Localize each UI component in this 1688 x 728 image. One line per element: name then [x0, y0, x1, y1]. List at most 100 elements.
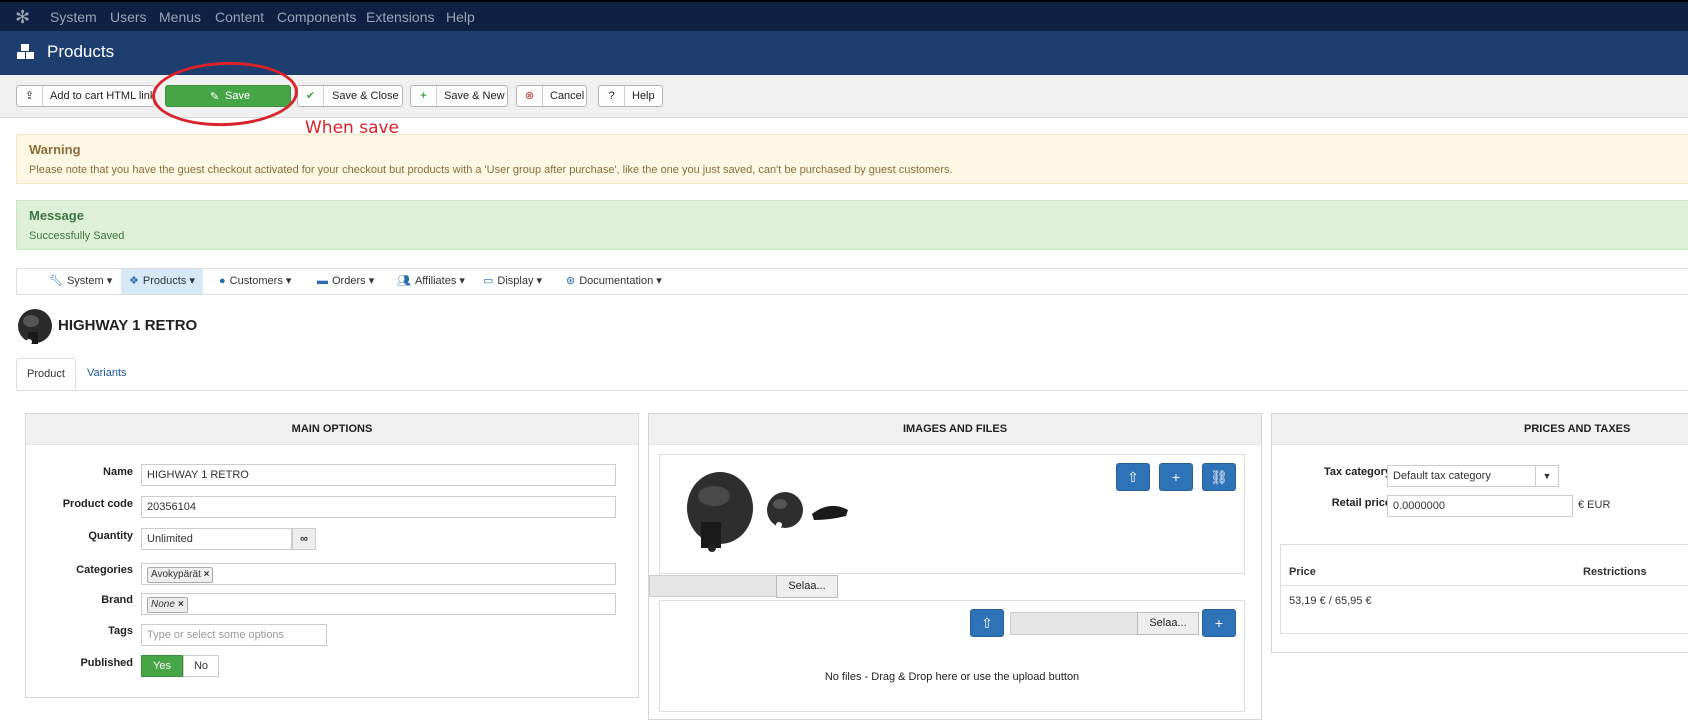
images-files-header: IMAGES AND FILES [649, 414, 1261, 445]
nav-customers[interactable]: ● Customers ▾ [217, 269, 293, 294]
product-image-large[interactable] [684, 470, 754, 554]
product-helmet-avatar [18, 309, 52, 345]
admin-top-menu-bar: ✻ System Users Menus Content Components … [0, 0, 1688, 31]
nav-orders[interactable]: ▬ Orders ▾ [315, 269, 376, 294]
menu-extensions[interactable]: Extensions [366, 9, 434, 25]
menu-components[interactable]: Components [277, 9, 356, 25]
add-file-button[interactable]: + [1202, 609, 1236, 637]
save-new-button[interactable]: + Save & New [410, 85, 508, 107]
remove-chip-icon[interactable]: × [204, 569, 210, 580]
table-divider [1281, 585, 1688, 586]
tax-category-label: Tax category [1323, 466, 1391, 478]
no-files-text: No files - Drag & Drop here or use the u… [824, 671, 1080, 683]
menu-menus[interactable]: Menus [159, 9, 201, 25]
tax-category-select[interactable]: Default tax category ▼ [1387, 465, 1559, 487]
add-image-button[interactable]: + [1159, 463, 1193, 491]
caret-icon: ▾ [656, 275, 662, 287]
product-image-visor[interactable] [810, 500, 850, 522]
menu-system[interactable]: System [50, 9, 97, 25]
product-tabs: Product Variants [16, 358, 1688, 391]
plus-icon: + [1171, 469, 1181, 485]
page-title: Products [47, 42, 115, 61]
warning-text: Please note that you have the guest chec… [29, 164, 953, 176]
images-files-panel: IMAGES AND FILES ⇧ + ⛓︎ Selaa... ⇧ Selaa… [648, 413, 1262, 720]
category-chip: Avokypärät × [147, 567, 214, 583]
joomla-logo-icon[interactable]: ✻ [15, 8, 33, 26]
warning-alert: Warning Please note that you have the gu… [16, 134, 1688, 184]
tab-variants[interactable]: Variants [87, 358, 147, 390]
caret-icon: ▾ [285, 275, 292, 287]
caret-icon: ▾ [536, 275, 543, 287]
cancel-icon: ⊗ [517, 86, 543, 106]
image-file-input[interactable] [649, 575, 777, 597]
nav-system[interactable]: 🔧︎ System ▾ [47, 269, 114, 294]
plus-icon: + [1214, 615, 1224, 631]
brand-chip: None × [147, 597, 188, 613]
product-title: HIGHWAY 1 RETRO [58, 317, 198, 334]
message-title: Message [29, 208, 84, 223]
price-table: Price Restrictions 53,19 € / 65,95 € [1280, 544, 1688, 634]
upload-icon: ⇧ [981, 615, 993, 631]
caret-icon: ▾ [368, 275, 375, 287]
quantity-label: Quantity [88, 530, 133, 542]
restrictions-column-header: Restrictions [1583, 566, 1647, 578]
prices-taxes-panel: PRICES AND TAXES Tax category Default ta… [1271, 413, 1688, 653]
product-code-field[interactable]: 20356104 [141, 496, 616, 518]
price-row-value[interactable]: 53,19 € / 65,95 € [1289, 595, 1372, 607]
wrench-icon: 🔧︎ [49, 275, 63, 287]
browse-file-button[interactable]: Selaa... [1137, 612, 1199, 635]
save-close-button[interactable]: ✔ Save & Close [297, 85, 403, 107]
nav-documentation[interactable]: ⊛ Documentation ▾ [564, 269, 664, 294]
categories-field[interactable]: Avokypärät × [141, 563, 616, 585]
help-button[interactable]: ? Help [598, 85, 663, 107]
cubes-icon: ❖ [129, 275, 139, 287]
nav-products[interactable]: ❖ Products ▾ [121, 269, 203, 294]
lifebuoy-icon: ⊛ [566, 275, 576, 287]
add-to-cart-html-link-button[interactable]: ⇪ Add to cart HTML link [16, 85, 155, 107]
remove-chip-icon[interactable]: × [178, 599, 184, 610]
retail-price-field[interactable]: 0.0000000 [1387, 495, 1573, 517]
nav-affiliates[interactable]: 👥︎ Affiliates ▾ [395, 269, 467, 294]
name-field[interactable]: HIGHWAY 1 RETRO [141, 464, 616, 486]
upload-icon: ⇧ [1127, 469, 1139, 485]
name-label: Name [103, 466, 133, 478]
menu-users[interactable]: Users [110, 9, 147, 25]
link-image-button[interactable]: ⛓︎ [1202, 463, 1236, 491]
upload-file-button[interactable]: ⇧ [970, 609, 1004, 637]
quantity-field[interactable]: Unlimited [141, 528, 292, 550]
price-column-header: Price [1289, 566, 1316, 578]
upload-icon: ⇪ [17, 86, 43, 106]
product-code-label: Product code [62, 498, 133, 510]
brand-field[interactable]: None × [141, 593, 616, 615]
upload-image-button[interactable]: ⇧ [1116, 463, 1150, 491]
product-image-small[interactable] [765, 490, 805, 532]
check-icon: ✔ [298, 86, 324, 106]
prices-taxes-header: PRICES AND TAXES [1272, 414, 1688, 445]
image-gallery-area: ⇧ + ⛓︎ [659, 454, 1245, 574]
currency-label: € EUR [1578, 499, 1611, 511]
categories-label: Categories [76, 564, 133, 576]
cancel-button[interactable]: ⊗ Cancel [516, 85, 587, 107]
published-no-button[interactable]: No [183, 655, 219, 677]
monitor-icon: ▭ [483, 275, 494, 287]
caret-icon: ▾ [106, 275, 113, 287]
file-input[interactable] [1010, 612, 1138, 635]
users-icon: 👥︎ [397, 275, 411, 287]
link-icon: ⛓︎ [1210, 469, 1228, 485]
question-icon: ? [599, 86, 625, 106]
nav-display[interactable]: ▭ Display ▾ [481, 269, 544, 294]
user-icon: ● [219, 275, 226, 287]
caret-icon: ▾ [459, 275, 465, 287]
files-drop-area[interactable]: ⇧ Selaa... + No files - Drag & Drop here… [659, 600, 1245, 712]
component-nav: 🔧︎ System ▾ ❖ Products ▾ ● Customers ▾ ▬ Ord… [16, 268, 1688, 295]
infinity-toggle-button[interactable]: ∞ [292, 528, 316, 550]
menu-help[interactable]: Help [446, 9, 475, 25]
credit-card-icon: ▬ [317, 275, 328, 287]
menu-content[interactable]: Content [215, 9, 264, 25]
tab-product[interactable]: Product [16, 358, 76, 390]
browse-image-button[interactable]: Selaa... [776, 575, 838, 598]
brand-label: Brand [101, 594, 133, 606]
chevron-down-icon[interactable]: ▼ [1535, 466, 1558, 486]
published-yes-button[interactable]: Yes [141, 655, 183, 677]
tags-input[interactable]: Type or select some options [141, 624, 327, 646]
